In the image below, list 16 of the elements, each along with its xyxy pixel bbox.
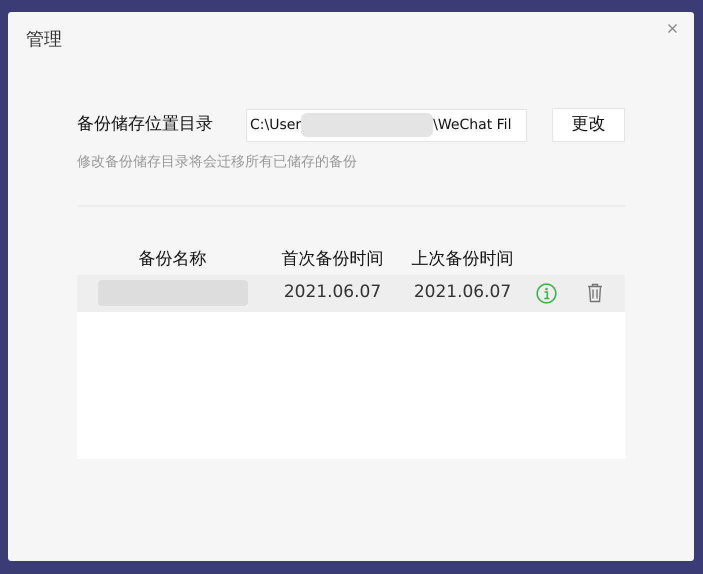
path-text: \WeChat Fil: [433, 116, 512, 134]
change-button[interactable]: 更改: [552, 108, 625, 142]
close-icon[interactable]: [668, 24, 677, 33]
backup-row[interactable]: 2021.06.07 2021.06.07: [77, 274, 625, 312]
column-header: 备份名称: [138, 248, 208, 271]
table-cell-text: 2021.06.07: [412, 281, 512, 304]
hint-text: 修改备份储存目录将会迁移所有已储存的备份: [77, 153, 358, 172]
table-cell-text: 2021.06.07: [282, 281, 382, 304]
location-label: 备份储存位置目录: [77, 113, 214, 136]
trash-icon[interactable]: [587, 283, 603, 303]
path-field[interactable]: C:\User \WeChat Fil: [246, 108, 527, 142]
path-text: C:\User: [250, 116, 302, 134]
info-icon[interactable]: [536, 282, 557, 304]
column-header: 上次备份时间: [410, 248, 514, 271]
window-title: 管理: [26, 28, 62, 52]
column-header: 首次备份时间: [280, 248, 384, 271]
